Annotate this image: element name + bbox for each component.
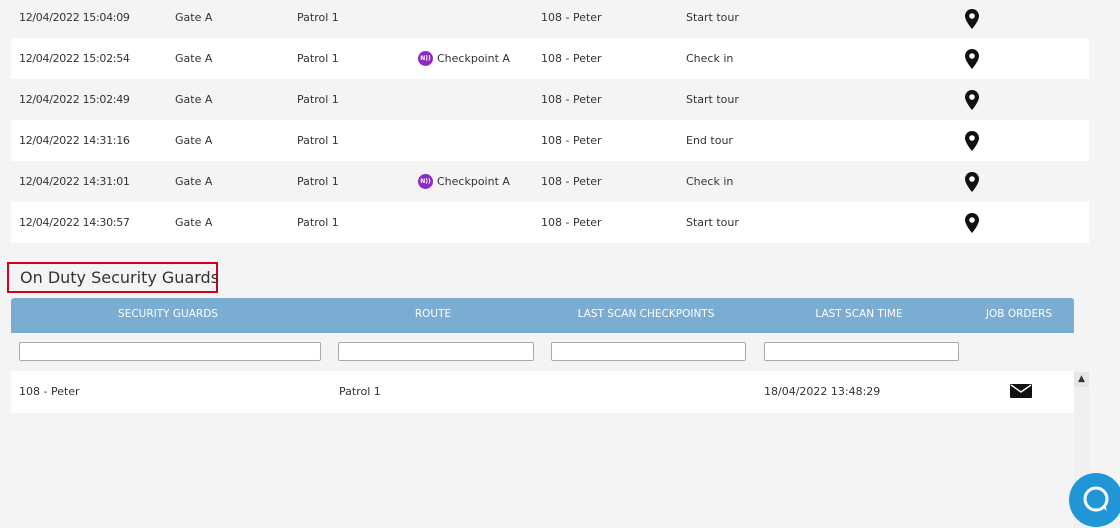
filter-security-guards-input[interactable]: [19, 342, 321, 361]
event-location: Gate A: [175, 52, 213, 65]
event-type: Start tour: [686, 11, 739, 24]
event-location: Gate A: [175, 216, 213, 229]
guard-route: Patrol 1: [339, 385, 381, 398]
event-location: Gate A: [175, 175, 213, 188]
event-type: End tour: [686, 134, 733, 147]
filter-route-input[interactable]: [338, 342, 534, 361]
nfc-icon: N)): [418, 51, 433, 66]
checkpoint-label: Checkpoint A: [437, 175, 510, 188]
map-pin-icon[interactable]: [964, 120, 980, 161]
column-header-last-scan-time[interactable]: LAST SCAN TIME: [764, 298, 954, 331]
table-header: SECURITY GUARDS ROUTE LAST SCAN CHECKPOI…: [11, 298, 1074, 333]
event-route: Patrol 1: [297, 11, 339, 24]
on-duty-guards-table: SECURITY GUARDS ROUTE LAST SCAN CHECKPOI…: [11, 298, 1074, 413]
event-time: 12/04/2022 15:04:09: [19, 11, 130, 24]
event-guard: 108 - Peter: [541, 52, 602, 65]
filter-row: [11, 333, 1074, 371]
column-header-security-guards[interactable]: SECURITY GUARDS: [11, 298, 325, 331]
checkpoint-label: Checkpoint A: [437, 52, 510, 65]
event-type: Start tour: [686, 216, 739, 229]
filter-scan-time-input[interactable]: [764, 342, 959, 361]
event-type: Check in: [686, 175, 734, 188]
event-location: Gate A: [175, 11, 213, 24]
event-location: Gate A: [175, 93, 213, 106]
chat-bubble-icon: [1083, 486, 1109, 512]
map-pin-icon[interactable]: [964, 38, 980, 79]
event-type: Start tour: [686, 93, 739, 106]
event-route: Patrol 1: [297, 134, 339, 147]
table-row[interactable]: 12/04/2022 14:31:16 Gate A Patrol 1 108 …: [11, 120, 1089, 161]
column-header-last-scan-checkpoints[interactable]: LAST SCAN CHECKPOINTS: [551, 298, 741, 331]
event-time: 12/04/2022 15:02:54: [19, 52, 130, 65]
event-route: Patrol 1: [297, 93, 339, 106]
event-time: 12/04/2022 15:02:49: [19, 93, 130, 106]
table-row[interactable]: 12/04/2022 15:04:09 Gate A Patrol 1 108 …: [11, 0, 1089, 38]
event-guard: 108 - Peter: [541, 175, 602, 188]
event-checkpoint: N)) Checkpoint A: [418, 161, 510, 202]
patrol-activity-log: 12/04/2022 15:04:09 Gate A Patrol 1 108 …: [11, 0, 1089, 243]
guard-name: 108 - Peter: [19, 385, 80, 398]
chat-launcher-button[interactable]: [1069, 473, 1120, 527]
table-row[interactable]: 108 - Peter Patrol 1 18/04/2022 13:48:29: [11, 371, 1074, 413]
event-route: Patrol 1: [297, 52, 339, 65]
map-pin-icon[interactable]: [964, 0, 980, 38]
map-pin-icon[interactable]: [964, 79, 980, 120]
event-route: Patrol 1: [297, 175, 339, 188]
event-guard: 108 - Peter: [541, 93, 602, 106]
event-checkpoint: N)) Checkpoint A: [418, 38, 510, 79]
event-guard: 108 - Peter: [541, 11, 602, 24]
table-row[interactable]: 12/04/2022 15:02:49 Gate A Patrol 1 108 …: [11, 79, 1089, 120]
section-title: On Duty Security Guards: [7, 262, 219, 293]
guard-last-scan-time: 18/04/2022 13:48:29: [764, 385, 881, 398]
chevron-up-icon[interactable]: ▲: [1074, 372, 1089, 387]
event-time: 12/04/2022 14:31:01: [19, 175, 130, 188]
event-guard: 108 - Peter: [541, 134, 602, 147]
event-time: 12/04/2022 14:31:16: [19, 134, 130, 147]
map-pin-icon[interactable]: [964, 202, 980, 243]
event-time: 12/04/2022 14:30:57: [19, 216, 130, 229]
table-row[interactable]: 12/04/2022 15:02:54 Gate A Patrol 1 N)) …: [11, 38, 1089, 79]
filter-checkpoints-input[interactable]: [551, 342, 746, 361]
nfc-icon: N)): [418, 174, 433, 189]
event-route: Patrol 1: [297, 216, 339, 229]
event-guard: 108 - Peter: [541, 216, 602, 229]
map-pin-icon[interactable]: [964, 161, 980, 202]
event-location: Gate A: [175, 134, 213, 147]
envelope-icon[interactable]: [1010, 384, 1032, 398]
table-row[interactable]: 12/04/2022 14:30:57 Gate A Patrol 1 108 …: [11, 202, 1089, 243]
event-type: Check in: [686, 52, 734, 65]
table-row[interactable]: 12/04/2022 14:31:01 Gate A Patrol 1 N)) …: [11, 161, 1089, 202]
column-header-job-orders[interactable]: JOB ORDERS: [974, 298, 1064, 331]
column-header-route[interactable]: ROUTE: [338, 298, 528, 331]
